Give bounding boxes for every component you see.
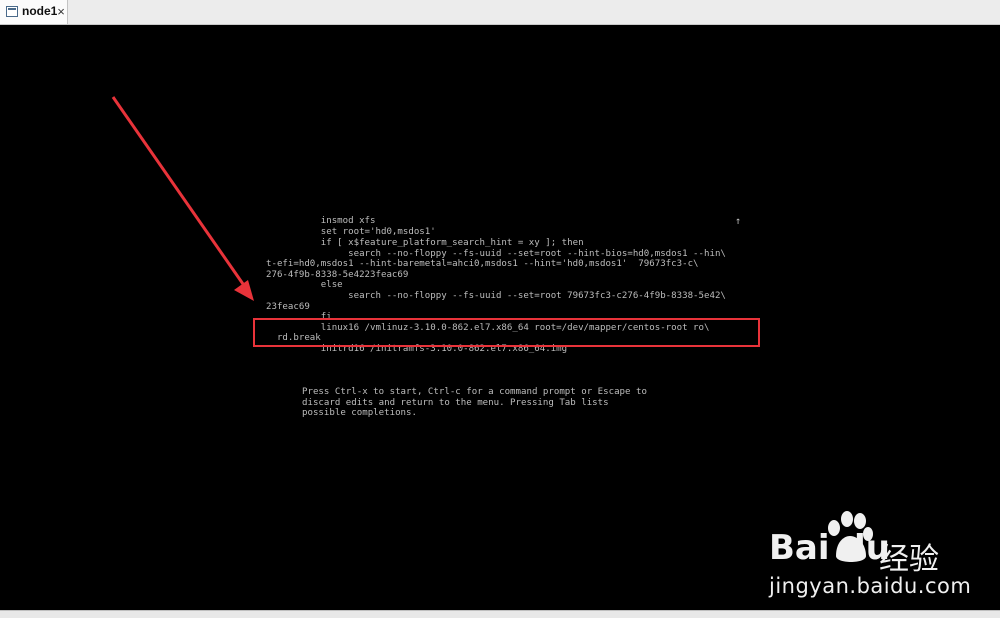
tab-bar: node1 × bbox=[0, 0, 1000, 25]
tab-node1[interactable]: node1 × bbox=[0, 0, 68, 24]
grub-line: search --no-floppy --fs-uuid --set=root … bbox=[266, 291, 726, 301]
highlight-box bbox=[253, 318, 760, 347]
grub-line: t-efi=hd0,msdos1 --hint-baremetal=ahci0,… bbox=[266, 259, 699, 269]
grub-line: set root='hd0,msdos1' bbox=[266, 227, 436, 237]
tab-label: node1 bbox=[22, 4, 58, 18]
jingyan-text: 经验 bbox=[879, 542, 939, 577]
scroll-up-indicator: ↑ bbox=[735, 216, 742, 227]
grub-line: else bbox=[266, 280, 343, 290]
help-text: Press Ctrl-x to start, Ctrl-c for a comm… bbox=[302, 387, 647, 397]
help-text: possible completions. bbox=[302, 408, 417, 418]
grub-line: 23feac69 bbox=[266, 302, 310, 312]
grub-line: insmod xfs bbox=[266, 216, 376, 226]
close-icon[interactable]: × bbox=[55, 3, 67, 19]
grub-line: if [ x$feature_platform_search_hint = xy… bbox=[266, 238, 584, 248]
grub-line: search --no-floppy --fs-uuid --set=root … bbox=[266, 249, 726, 259]
watermark-url: jingyan.baidu.com bbox=[769, 574, 972, 598]
vm-icon bbox=[6, 6, 18, 17]
grub-line: 276-4f9b-8338-5e4223feac69 bbox=[266, 270, 409, 280]
baidu-logo-text: Bai du bbox=[769, 528, 890, 568]
help-text: discard edits and return to the menu. Pr… bbox=[302, 398, 609, 408]
baidu-watermark: Bai du 经验 jingyan.baidu.com bbox=[765, 510, 995, 610]
